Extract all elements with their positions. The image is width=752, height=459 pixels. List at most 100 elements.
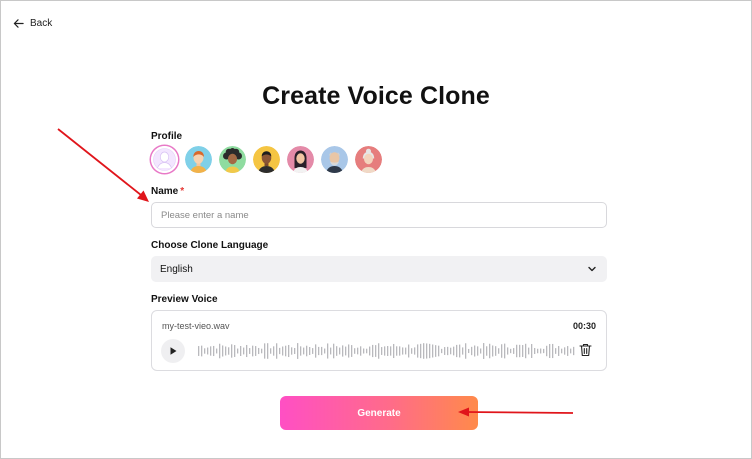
waveform-bar	[198, 346, 200, 356]
name-input[interactable]	[151, 202, 607, 228]
waveform-bar	[237, 348, 239, 354]
waveform[interactable]	[198, 342, 576, 360]
avatar-default[interactable]	[151, 146, 178, 173]
waveform-bar	[210, 346, 212, 356]
waveform-bar	[303, 347, 305, 355]
waveform-bar	[372, 344, 374, 358]
audio-duration: 00:30	[572, 321, 596, 331]
waveform-bar	[414, 347, 416, 355]
waveform-bar	[273, 346, 275, 356]
waveform-bar	[240, 346, 242, 356]
waveform-bar	[573, 346, 575, 356]
waveform-bar	[312, 348, 314, 354]
waveform-bar	[345, 346, 347, 356]
waveform-bar	[441, 348, 443, 354]
waveform-bar	[396, 346, 398, 356]
waveform-bar	[537, 348, 539, 354]
name-label: Name *	[151, 186, 184, 197]
trash-icon[interactable]	[579, 343, 592, 357]
generate-button[interactable]: Generate	[280, 396, 478, 430]
waveform-bar	[453, 346, 455, 356]
audio-preview-card: my-test-vieo.wav 00:30	[151, 310, 607, 371]
profile-label: Profile	[151, 131, 183, 142]
avatar-curly-girl[interactable]	[219, 146, 246, 173]
waveform-bar	[234, 345, 236, 357]
waveform-bar	[342, 345, 344, 357]
waveform-bar	[471, 346, 473, 356]
waveform-bar	[474, 345, 476, 357]
waveform-bar	[258, 347, 260, 355]
back-label: Back	[30, 18, 53, 29]
preview-voice-label: Preview Voice	[151, 294, 218, 305]
waveform-bar	[321, 346, 323, 356]
waveform-bar	[462, 347, 464, 355]
waveform-bar	[468, 348, 470, 354]
waveform-bar	[528, 347, 530, 355]
waveform-bar	[255, 346, 257, 356]
waveform-bar	[510, 348, 512, 354]
language-select[interactable]: English	[151, 256, 607, 282]
waveform-bar	[501, 344, 503, 358]
waveform-bar	[480, 348, 482, 354]
waveform-bar	[279, 347, 281, 355]
waveform-bar	[411, 348, 413, 354]
waveform-bar	[408, 344, 410, 358]
waveform-bar	[552, 343, 554, 359]
waveform-bar	[216, 348, 218, 354]
avatar-old-woman[interactable]	[355, 146, 382, 173]
waveform-bar	[432, 344, 434, 358]
waveform-bar	[534, 347, 536, 355]
avatar-bald-man[interactable]	[321, 146, 348, 173]
waveform-bar	[522, 345, 524, 357]
waveform-bar	[399, 346, 401, 356]
waveform-bar	[555, 348, 557, 354]
name-label-text: Name	[151, 186, 179, 197]
waveform-bar	[291, 347, 293, 355]
avatar-long-hair-woman[interactable]	[287, 146, 314, 173]
waveform-bar	[438, 345, 440, 357]
waveform-bar	[384, 346, 386, 356]
waveform-bar	[336, 346, 338, 356]
waveform-bar	[549, 344, 551, 358]
waveform-bar	[450, 347, 452, 355]
waveform-bar	[324, 348, 326, 354]
waveform-bar	[519, 344, 521, 358]
waveform-bar	[219, 343, 221, 359]
waveform-bar	[570, 348, 572, 354]
play-icon	[170, 347, 177, 355]
avatar-dark-man[interactable]	[253, 146, 280, 173]
waveform-bar	[423, 343, 425, 359]
waveform-bar	[369, 346, 371, 356]
waveform-bar	[507, 347, 509, 355]
waveform-bar	[333, 343, 335, 359]
avatar-picker	[151, 146, 382, 173]
waveform-bar	[492, 345, 494, 357]
waveform-bar	[339, 347, 341, 355]
waveform-bar	[564, 347, 566, 355]
waveform-bar	[543, 348, 545, 354]
waveform-bar	[318, 346, 320, 356]
waveform-bar	[495, 346, 497, 356]
waveform-bar	[306, 345, 308, 357]
waveform-bar	[285, 345, 287, 357]
waveform-bar	[378, 343, 380, 359]
language-selected-value: English	[160, 263, 193, 275]
waveform-bar	[270, 348, 272, 354]
waveform-bar	[213, 345, 215, 357]
waveform-bar	[405, 347, 407, 355]
waveform-bar	[375, 345, 377, 357]
waveform-bar	[264, 343, 266, 359]
waveform-bar	[246, 344, 248, 358]
waveform-bar	[435, 345, 437, 357]
waveform-bar	[276, 343, 278, 359]
back-button[interactable]: Back	[13, 18, 52, 29]
waveform-bar	[222, 345, 224, 357]
waveform-bar	[225, 346, 227, 356]
waveform-bar	[348, 344, 350, 358]
waveform-bar	[498, 348, 500, 354]
avatar-ginger-boy[interactable]	[185, 146, 212, 173]
play-button[interactable]	[161, 339, 185, 363]
waveform-bar	[267, 343, 269, 359]
waveform-bar	[231, 344, 233, 358]
waveform-bar	[294, 347, 296, 355]
